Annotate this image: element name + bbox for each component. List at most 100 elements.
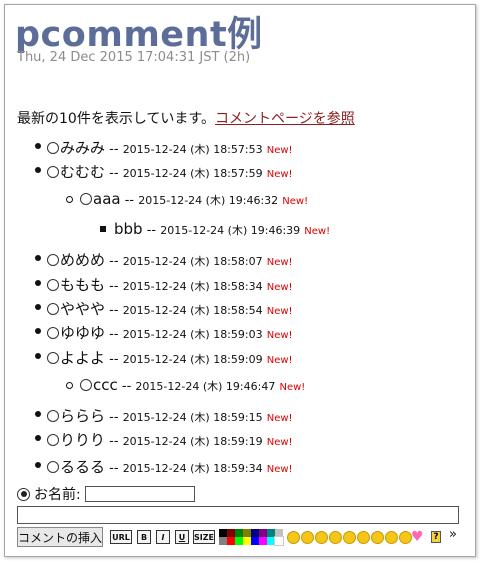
list-item: ややや -- 2015-12-24 (木) 18:58:54 New! — [47, 298, 293, 319]
new-badge: New! — [304, 226, 331, 237]
smiley-face-icon[interactable] — [343, 531, 356, 544]
comment-timestamp: 2015-12-24 (木) 18:58:07 — [122, 255, 263, 268]
bullet-disc — [35, 353, 41, 359]
list-item: bbb -- 2015-12-24 (木) 19:46:39 New! — [114, 220, 330, 238]
more-options-icon[interactable]: » — [449, 527, 457, 542]
new-badge: New! — [266, 437, 293, 448]
comment-separator: -- — [109, 279, 119, 294]
insert-comment-button[interactable]: コメントの挿入 — [17, 527, 103, 547]
comment-separator: -- — [109, 254, 119, 269]
list-item: ららら -- 2015-12-24 (木) 18:59:15 New! — [47, 405, 293, 426]
new-badge: New! — [279, 382, 306, 393]
comment-author: めめめ — [60, 251, 106, 269]
comment-author: みみみ — [60, 139, 106, 157]
help-icon[interactable]: ? — [431, 531, 441, 543]
comment-timestamp: 2015-12-24 (木) 19:46:47 — [135, 380, 276, 393]
intro-prefix: 最新の10件を表示しています。 — [17, 111, 215, 127]
underline-button[interactable]: U — [175, 530, 189, 544]
smiley-face-icon[interactable] — [371, 531, 384, 544]
reply-radio[interactable] — [47, 327, 59, 339]
comment-separator: -- — [109, 303, 119, 318]
reply-radio[interactable] — [80, 193, 92, 205]
comment-author: ゆゆゆ — [60, 324, 106, 342]
reply-radio[interactable] — [47, 254, 59, 266]
bullet-circle — [66, 196, 73, 203]
comment-separator: -- — [121, 379, 132, 394]
new-badge: New! — [266, 257, 293, 268]
new-badge: New! — [266, 464, 293, 475]
list-item: ccc -- 2015-12-24 (木) 19:46:47 New! — [80, 376, 305, 394]
name-label: お名前: — [34, 487, 81, 503]
comment-separator: -- — [146, 223, 157, 238]
bullet-disc — [35, 328, 41, 334]
list-item: むむむ -- 2015-12-24 (木) 18:57:59 New! — [47, 161, 293, 182]
intro-text: 最新の10件を表示しています。コメントページを参照 — [17, 108, 355, 128]
smiley-face-icon[interactable] — [329, 531, 342, 544]
bullet-square — [100, 226, 106, 232]
reply-radio[interactable] — [47, 410, 59, 422]
list-item: aaa -- 2015-12-24 (木) 19:46:32 New! — [80, 190, 308, 208]
smiley-face-icon[interactable] — [287, 531, 300, 544]
comment-author: ももも — [60, 276, 106, 294]
comment-timestamp: 2015-12-24 (木) 18:57:53 — [122, 143, 263, 156]
size-button[interactable]: SIZE — [193, 530, 215, 544]
comment-author: ややや — [60, 300, 106, 318]
bullet-disc — [35, 304, 41, 310]
comment-author: よよよ — [60, 349, 106, 367]
reply-radio[interactable] — [47, 461, 59, 473]
comment-separator: -- — [109, 327, 119, 342]
comment-author: るるる — [60, 458, 106, 476]
new-comment-radio[interactable] — [17, 487, 30, 501]
comment-page-link[interactable]: コメントページを参照 — [215, 111, 355, 127]
heart-icon[interactable]: ♥ — [411, 530, 424, 544]
name-field[interactable] — [84, 486, 195, 502]
list-item: ゆゆゆ -- 2015-12-24 (木) 18:59:03 New! — [47, 322, 293, 343]
reply-radio[interactable] — [47, 303, 59, 315]
comment-separator: -- — [109, 461, 119, 476]
bullet-circle — [66, 382, 73, 389]
new-badge: New! — [282, 196, 309, 207]
smiley-face-icon[interactable] — [357, 531, 370, 544]
comment-timestamp: 2015-12-24 (木) 18:59:34 — [122, 462, 263, 475]
comment-author: ccc — [93, 376, 118, 394]
reply-radio[interactable] — [47, 142, 59, 154]
bullet-disc — [35, 143, 41, 149]
bullet-disc — [35, 167, 41, 173]
reply-radio[interactable] — [80, 379, 92, 391]
italic-button[interactable]: I — [156, 530, 170, 544]
comment-author: bbb — [114, 220, 143, 238]
bullet-disc — [35, 462, 41, 468]
new-badge: New! — [266, 413, 293, 424]
comment-author: りりり — [60, 431, 106, 449]
reply-radio[interactable] — [47, 352, 59, 364]
comment-timestamp: 2015-12-24 (木) 18:59:15 — [122, 411, 263, 424]
smiley-face-icon[interactable] — [385, 531, 398, 544]
comment-author: ららら — [60, 407, 106, 425]
comment-field[interactable] — [17, 506, 459, 524]
smiley-face-icon[interactable] — [315, 531, 328, 544]
bold-button[interactable]: B — [137, 530, 151, 544]
comment-timestamp: 2015-12-24 (木) 18:58:34 — [122, 280, 263, 293]
smiley-face-icon[interactable] — [301, 531, 314, 544]
comment-separator: -- — [109, 142, 119, 157]
comment-timestamp: 2015-12-24 (木) 18:57:59 — [122, 167, 263, 180]
page-date: Thu, 24 Dec 2015 17:04:31 JST (2h) — [17, 50, 251, 65]
comment-separator: -- — [109, 352, 119, 367]
list-item: みみみ -- 2015-12-24 (木) 18:57:53 New! — [47, 137, 293, 158]
name-row: お名前: — [17, 484, 195, 504]
list-item: よよよ -- 2015-12-24 (木) 18:59:09 New! — [47, 347, 293, 368]
comment-separator: -- — [109, 434, 119, 449]
bullet-disc — [35, 255, 41, 261]
new-badge: New! — [266, 330, 293, 341]
bullet-disc — [35, 280, 41, 286]
new-badge: New! — [266, 145, 293, 156]
comment-author: むむむ — [60, 163, 106, 181]
reply-radio[interactable] — [47, 279, 59, 291]
new-badge: New! — [266, 282, 293, 293]
color-palette-icon[interactable] — [219, 529, 284, 546]
reply-radio[interactable] — [47, 434, 59, 446]
list-item: ももも -- 2015-12-24 (木) 18:58:34 New! — [47, 274, 293, 295]
list-item: りりり -- 2015-12-24 (木) 18:59:19 New! — [47, 429, 293, 450]
reply-radio[interactable] — [47, 166, 59, 178]
url-button[interactable]: URL — [110, 530, 132, 544]
